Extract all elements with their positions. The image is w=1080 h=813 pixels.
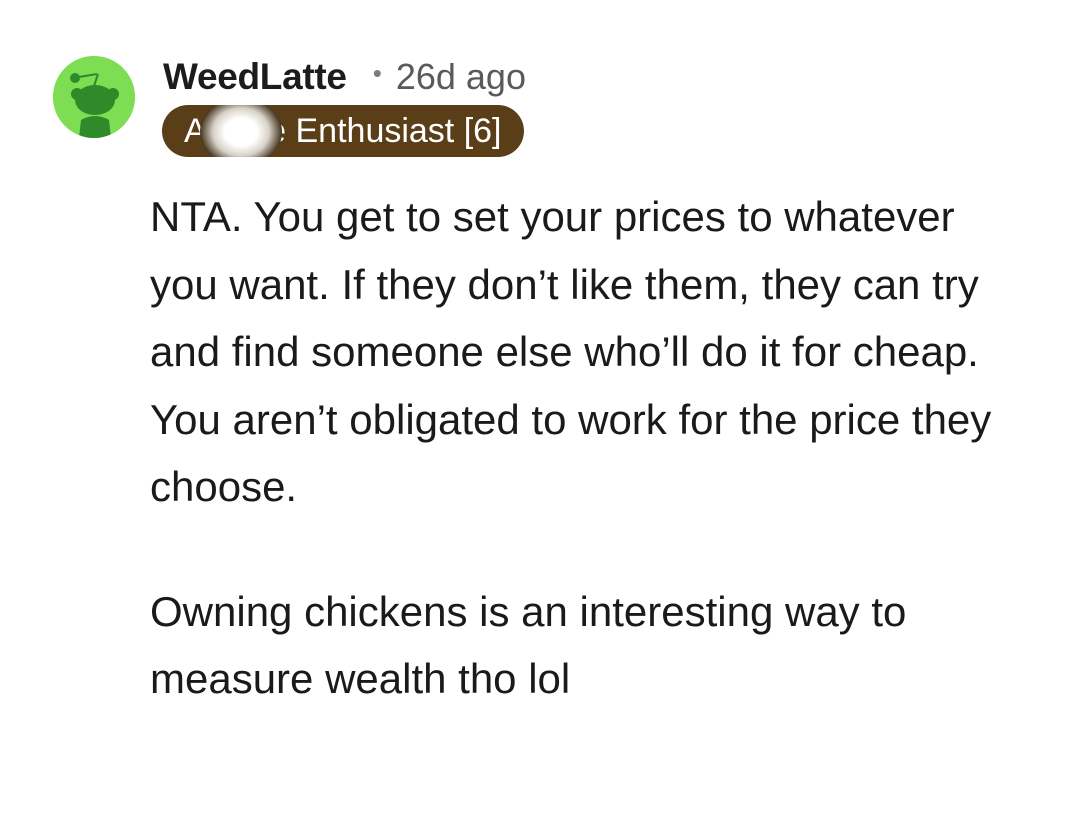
comment: WeedLatte • 26d ago A—ole Enthusiast [6]… <box>0 0 1080 813</box>
comment-meta: WeedLatte • 26d ago <box>163 52 526 102</box>
censor-blur <box>200 105 282 157</box>
comment-paragraph: NTA. You get to set your prices to whate… <box>150 193 992 510</box>
comment-timestamp[interactable]: 26d ago <box>396 56 526 98</box>
meta-separator: • <box>372 57 382 88</box>
user-flair: A—ole Enthusiast [6] <box>162 105 524 157</box>
comment-body: NTA. You get to set your prices to whate… <box>150 183 1030 713</box>
comment-paragraph: Owning chickens is an interesting way to… <box>150 587 907 703</box>
username-link[interactable]: WeedLatte <box>163 56 347 98</box>
snoo-avatar-icon <box>53 56 135 138</box>
user-avatar[interactable] <box>53 56 135 138</box>
